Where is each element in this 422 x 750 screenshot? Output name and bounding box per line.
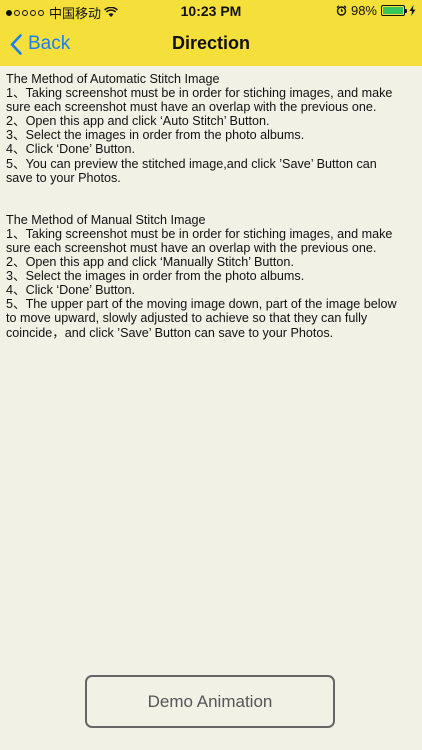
instruction-line: 5、The upper part of the moving image dow…	[6, 297, 397, 312]
battery-percent: 98%	[350, 3, 377, 18]
battery-icon	[381, 5, 407, 16]
page-title: Direction	[171, 33, 250, 53]
charging-icon	[409, 5, 416, 16]
instruction-line: 1、Taking screenshot must be in order for…	[6, 226, 393, 241]
manual-stitch-section: The Method of Manual Stitch Image 1、Taki…	[6, 213, 412, 340]
instruction-line: 5、You can preview the stitched image,and…	[6, 156, 377, 171]
status-bar-right: 98%	[336, 3, 416, 18]
alarm-icon	[336, 5, 347, 16]
status-bar: 中国移动 10:23 PM 98%	[0, 0, 422, 22]
instruction-line: sure each screenshot must have an overla…	[6, 240, 377, 255]
instruction-line: save to your Photos.	[6, 170, 121, 185]
instruction-line: 4、Click ‘Done’ Button.	[6, 283, 136, 298]
section-title: The Method of Automatic Stitch Image	[6, 72, 220, 86]
demo-animation-button[interactable]: Demo Animation	[85, 675, 335, 728]
header-bar: 中国移动 10:23 PM 98% Back Direction	[0, 0, 422, 66]
instruction-line: 3、Select the images in order from the ph…	[6, 128, 305, 143]
instruction-line: 2、Open this app and click ‘Manually Stit…	[6, 255, 294, 270]
section-title: The Method of Manual Stitch Image	[6, 212, 206, 227]
instruction-line: 4、Click ‘Done’ Button.	[6, 142, 136, 157]
instruction-line: to move upward, slowly adjusted to achie…	[6, 311, 368, 326]
instruction-line: 2、Open this app and click ‘Auto Stitch’ …	[6, 114, 270, 129]
automatic-stitch-section: The Method of Automatic Stitch Image 1、T…	[6, 72, 412, 185]
instruction-line: 1、Taking screenshot must be in order for…	[6, 86, 393, 101]
navigation-bar: Back Direction	[0, 22, 422, 66]
instruction-line: sure each screenshot must have an overla…	[6, 100, 377, 115]
instruction-line: 3、Select the images in order from the ph…	[6, 269, 305, 284]
instruction-line: coincide，and click ’Save’ Button can sav…	[6, 325, 334, 340]
instructions-text: The Method of Automatic Stitch Image 1、T…	[6, 72, 412, 340]
